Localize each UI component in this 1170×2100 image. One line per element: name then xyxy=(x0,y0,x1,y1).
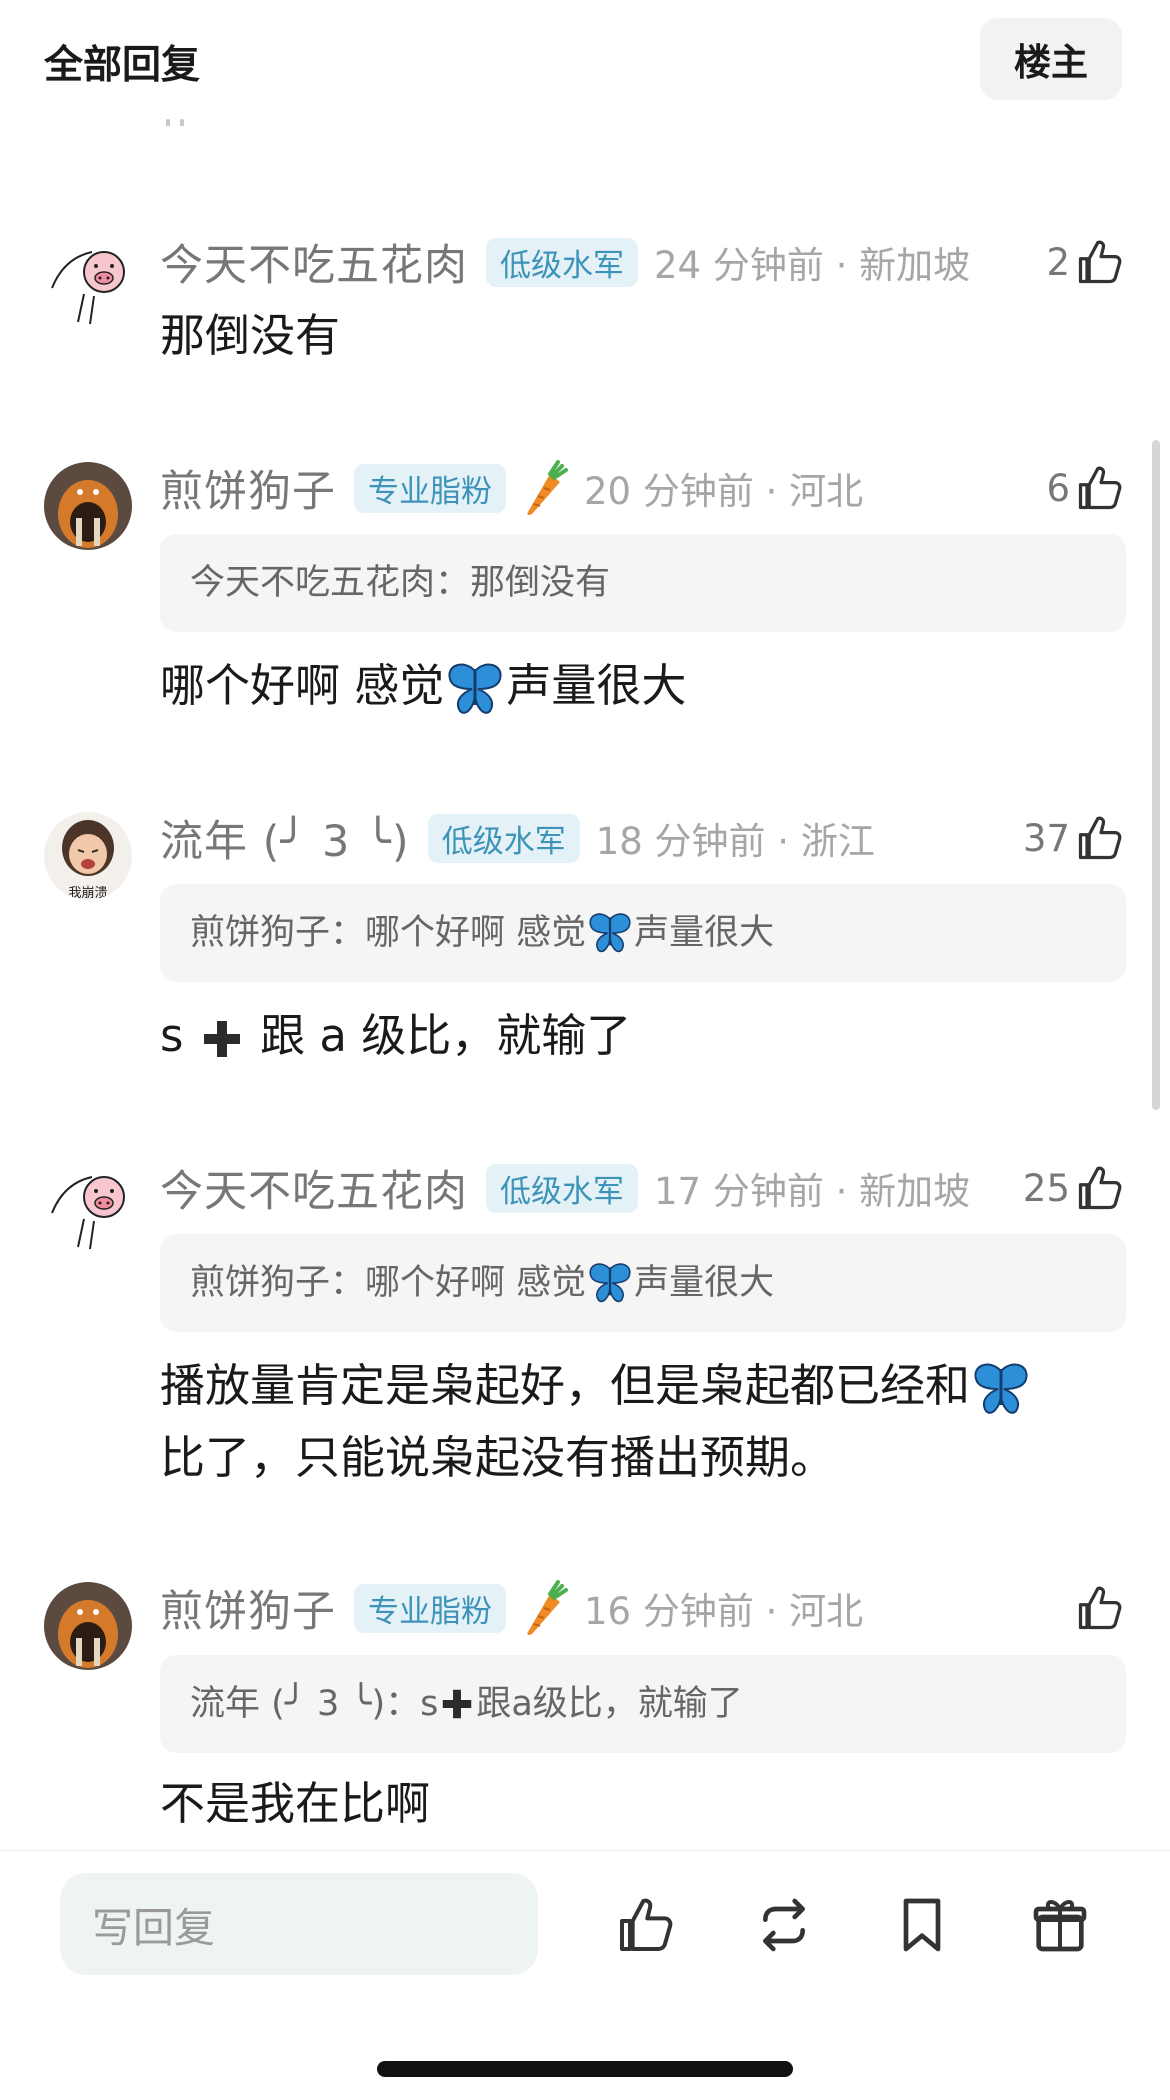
fan-badge: 低级水军 xyxy=(427,813,580,863)
like-button[interactable]: 37 xyxy=(1023,808,1126,868)
comment-text-part: 跟 a 级比，就输了 xyxy=(260,1009,632,1062)
like-count: 2 xyxy=(1046,240,1070,284)
thumbs-up-icon xyxy=(1078,1586,1122,1630)
timestamp-location: 16 分钟前 · 河北 xyxy=(584,1590,864,1633)
like-count: 6 xyxy=(1046,466,1070,510)
heavy-plus-emoji xyxy=(203,1021,240,1057)
quote-author: 今天不吃五花肉： xyxy=(190,563,471,603)
quote-text-part: 声量很大 xyxy=(634,913,775,953)
cut-off-content xyxy=(166,112,206,126)
top-bar: 全部回复 楼主 xyxy=(0,0,1170,115)
comment-text-part: 比了，只能说枭起没有播出预期。 xyxy=(160,1431,836,1484)
fan-badge: 专业脂粉 xyxy=(354,463,506,513)
thumbs-up-icon xyxy=(1078,1166,1122,1210)
butterfly-emoji xyxy=(589,913,631,953)
carrot-emoji xyxy=(527,460,568,516)
avatar[interactable] xyxy=(44,238,132,326)
quote-text-part: s xyxy=(420,1684,439,1724)
fan-badge: 低级水军 xyxy=(486,237,638,287)
comment-text: s 跟 a 级比，就输了 xyxy=(160,1000,1110,1072)
op-only-button[interactable]: 楼主 xyxy=(980,18,1122,100)
butterfly-emoji xyxy=(974,1363,1028,1414)
like-button[interactable]: 25 xyxy=(1023,1158,1126,1218)
gift-icon[interactable] xyxy=(1028,1893,1092,1957)
avatar[interactable] xyxy=(44,462,132,550)
comment-text-part: s xyxy=(160,1009,184,1062)
thumbs-up-icon xyxy=(1078,240,1122,284)
quote-text-part: 哪个好啊 感觉 xyxy=(365,1263,587,1303)
quote-text-part: 声量很大 xyxy=(634,1263,775,1303)
avatar[interactable]: 我崩溃 xyxy=(44,812,132,900)
comment-text-part: 哪个好啊 感觉 xyxy=(160,659,445,712)
scrollbar[interactable] xyxy=(1152,440,1160,1110)
author-name[interactable]: 今天不吃五花肉 xyxy=(160,231,468,293)
pig-avatar-icon xyxy=(44,1163,132,1251)
comment-text: 那倒没有 xyxy=(160,309,341,362)
quote-author: 煎饼狗子： xyxy=(190,913,366,953)
timestamp-location: 17 分钟前 · 新加坡 xyxy=(654,1170,971,1213)
avatar[interactable] xyxy=(44,1582,132,1670)
author-name[interactable]: 煎饼狗子 xyxy=(160,1577,336,1639)
heavy-plus-emoji xyxy=(443,1689,472,1719)
quoted-reply[interactable]: 煎饼狗子： 哪个好啊 感觉 声量很大 xyxy=(160,884,1126,982)
thumbs-up-icon xyxy=(1078,816,1122,860)
repost-icon[interactable] xyxy=(752,1893,816,1957)
quote-text: 那倒没有 xyxy=(470,563,611,603)
avatar-caption: 我崩溃 xyxy=(68,886,108,900)
quoted-reply[interactable]: 煎饼狗子： 哪个好啊 感觉 声量很大 xyxy=(160,1234,1126,1332)
avatar[interactable] xyxy=(44,1163,132,1251)
timestamp-location: 20 分钟前 · 河北 xyxy=(584,470,864,513)
like-button[interactable] xyxy=(1070,1578,1126,1638)
bottom-action-bar: 写回复 xyxy=(0,1850,1170,2100)
thumbs-up-icon xyxy=(1078,466,1122,510)
butterfly-emoji xyxy=(589,1263,631,1303)
quote-author: 煎饼狗子： xyxy=(190,1263,366,1303)
reply-input[interactable]: 写回复 xyxy=(60,1873,538,1975)
home-indicator[interactable] xyxy=(377,2061,793,2077)
butterfly-emoji xyxy=(448,663,502,714)
dog-avatar-icon xyxy=(44,462,132,550)
comment-text: 不是我在比啊 xyxy=(160,1777,431,1830)
like-count: 37 xyxy=(1022,816,1070,860)
fan-badge: 低级水军 xyxy=(486,1163,638,1213)
like-button[interactable]: 2 xyxy=(1046,232,1126,292)
like-button[interactable]: 6 xyxy=(1046,458,1126,518)
quote-author: 流年 (╯ 3 ╰)： xyxy=(190,1684,421,1724)
carrot-emoji xyxy=(527,1580,568,1636)
thumbs-up-icon[interactable] xyxy=(614,1893,678,1957)
author-name[interactable]: 煎饼狗子 xyxy=(160,457,336,519)
author-name[interactable]: 流年 (╯ 3 ╰) xyxy=(160,807,410,869)
quote-text-part: 跟a级比，就输了 xyxy=(476,1684,743,1724)
author-name[interactable]: 今天不吃五花肉 xyxy=(160,1157,468,1219)
quote-text-part: 哪个好啊 感觉 xyxy=(365,913,587,953)
page-title: 全部回复 xyxy=(44,43,201,88)
comment-text-part: 声量很大 xyxy=(506,659,687,712)
comment-text-part: 播放量肯定是枭起好，但是枭起都已经和 xyxy=(160,1359,971,1412)
fan-badge: 专业脂粉 xyxy=(354,1583,506,1633)
quoted-reply[interactable]: 今天不吃五花肉： 那倒没有 xyxy=(160,534,1126,632)
comment-text: 哪个好啊 感觉 声量很大 xyxy=(160,650,1110,722)
comment-text: 播放量肯定是枭起好，但是枭起都已经和 比了，只能说枭起没有播出预期。 xyxy=(160,1350,1110,1494)
timestamp-location: 24 分钟前 · 新加坡 xyxy=(654,244,971,287)
pig-avatar-icon xyxy=(44,238,132,326)
dog-avatar-icon xyxy=(44,1582,132,1670)
timestamp-location: 18 分钟前 · 浙江 xyxy=(595,820,875,863)
bookmark-icon[interactable] xyxy=(890,1893,954,1957)
quoted-reply[interactable]: 流年 (╯ 3 ╰)： s 跟a级比，就输了 xyxy=(160,1655,1126,1753)
like-count: 25 xyxy=(1022,1166,1070,1210)
